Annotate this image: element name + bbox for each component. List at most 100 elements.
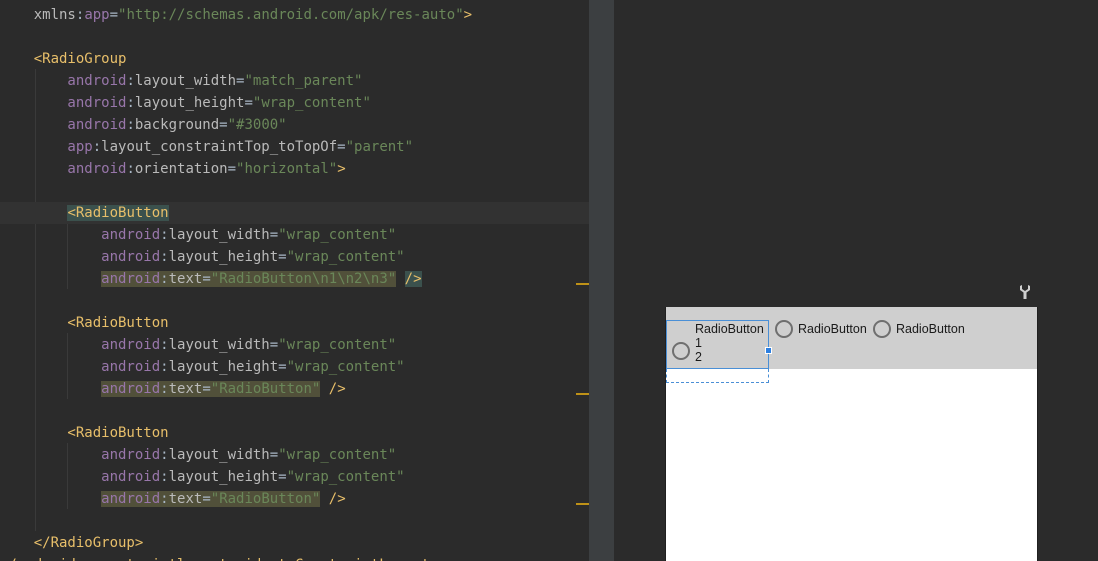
code-token: :: [160, 381, 169, 397]
code-token: "wrap_content": [278, 227, 397, 243]
device-screen: RadioButton 1 2 RadioButton RadioButton: [665, 307, 1038, 561]
code-token: :: [160, 227, 169, 243]
code-line[interactable]: [0, 290, 589, 312]
code-token: =: [278, 249, 287, 265]
code-token: />: [328, 491, 346, 507]
warning-marker[interactable]: [576, 503, 589, 505]
code-line[interactable]: android:layout_height="wrap_content": [0, 246, 589, 268]
code-line[interactable]: <RadioGroup: [0, 48, 589, 70]
code-token: "RadioButton\n1\n2\n3": [210, 271, 397, 287]
code-line[interactable]: <RadioButton: [0, 202, 589, 224]
code-token: android: [0, 73, 127, 89]
code-token: "wrap_content": [286, 359, 405, 375]
code-line[interactable]: android:orientation="horizontal">: [0, 158, 589, 180]
code-token: =: [337, 139, 346, 155]
resize-handle[interactable]: [765, 347, 772, 354]
code-token: <RadioButton: [0, 315, 169, 331]
code-token: =: [269, 337, 279, 353]
code-token: android: [0, 359, 161, 375]
code-line[interactable]: android:layout_width="wrap_content": [0, 444, 589, 466]
code-line[interactable]: [0, 180, 589, 202]
code-line[interactable]: android:text="RadioButton" />: [0, 488, 589, 510]
code-line[interactable]: xmlns:app="http://schemas.android.com/ap…: [0, 4, 589, 26]
code-line[interactable]: <RadioButton: [0, 422, 589, 444]
code-token: />: [404, 271, 422, 287]
code-token: layout_height: [134, 95, 245, 111]
code-token: <RadioButton: [0, 425, 169, 441]
code-token: =: [109, 7, 119, 23]
code-token: :: [160, 491, 169, 507]
code-token: <RadioButton: [67, 205, 169, 221]
code-token: =: [219, 117, 228, 133]
code-token: :: [160, 447, 169, 463]
code-token: "wrap_content": [286, 249, 405, 265]
code-line[interactable]: android:layout_width="wrap_content": [0, 224, 589, 246]
code-token: layout_width: [168, 337, 270, 353]
code-line[interactable]: android:layout_height="wrap_content": [0, 466, 589, 488]
code-token: android: [101, 271, 161, 287]
code-token: app: [84, 7, 110, 23]
code-line[interactable]: android:layout_width="wrap_content": [0, 334, 589, 356]
code-line[interactable]: android:layout_width="match_parent": [0, 70, 589, 92]
code-token: xmlns: [33, 7, 76, 23]
code-token: </androidx.constraintlayout.widget.Const…: [0, 557, 438, 561]
code-token: text: [168, 271, 203, 287]
code-line[interactable]: android:background="#3000": [0, 114, 589, 136]
code-token: android: [0, 161, 127, 177]
code-token: =: [278, 469, 287, 485]
code-token: android: [0, 249, 161, 265]
code-token: layout_height: [168, 359, 279, 375]
wrench-icon[interactable]: [1018, 284, 1032, 300]
code-token: "RadioButton": [210, 381, 321, 397]
code-line[interactable]: android:text="RadioButton" />: [0, 378, 589, 400]
code-token: layout_width: [168, 447, 270, 463]
code-line[interactable]: app:layout_constraintTop_toTopOf="parent…: [0, 136, 589, 158]
code-token: android: [0, 227, 161, 243]
code-line[interactable]: <RadioButton: [0, 312, 589, 334]
selection-outline-overflow: [666, 369, 769, 383]
code-line[interactable]: [0, 510, 589, 532]
code-token: android: [0, 117, 127, 133]
warning-marker[interactable]: [576, 283, 589, 285]
code-token: layout_constraintTop_toTopOf: [101, 139, 338, 155]
code-token: :: [160, 249, 169, 265]
code-token: :: [160, 271, 169, 287]
radio-button-3-circle[interactable]: [873, 320, 891, 338]
code-token: android: [0, 95, 127, 111]
warning-marker[interactable]: [576, 393, 589, 395]
code-editor[interactable]: xmlns:app="http://schemas.android.com/ap…: [0, 0, 589, 561]
code-token: android: [0, 337, 161, 353]
code-token: "wrap_content": [278, 447, 397, 463]
code-token: :: [126, 161, 135, 177]
code-line[interactable]: android:layout_height="wrap_content": [0, 92, 589, 114]
code-token: android: [101, 491, 161, 507]
code-token: :: [126, 73, 135, 89]
code-token: =: [278, 359, 287, 375]
code-token: "RadioButton": [210, 491, 321, 507]
code-token: =: [269, 227, 279, 243]
selection-outline: [666, 320, 769, 369]
code-line[interactable]: android:text="RadioButton\n1\n2\n3" />: [0, 268, 589, 290]
code-token: "wrap_content": [286, 469, 405, 485]
code-token: "wrap_content": [252, 95, 371, 111]
code-line[interactable]: </androidx.constraintlayout.widget.Const…: [0, 554, 589, 561]
code-line[interactable]: android:layout_height="wrap_content": [0, 356, 589, 378]
code-token: layout_height: [168, 249, 279, 265]
radio-button-3-label[interactable]: RadioButton: [896, 322, 965, 336]
code-line[interactable]: [0, 400, 589, 422]
code-line[interactable]: </RadioGroup>: [0, 532, 589, 554]
code-token: background: [134, 117, 220, 133]
code-token: text: [168, 491, 203, 507]
code-token: orientation: [134, 161, 228, 177]
code-token: =: [227, 161, 237, 177]
code-line[interactable]: [0, 26, 589, 48]
code-token: app: [0, 139, 93, 155]
radio-button-2-circle[interactable]: [775, 320, 793, 338]
editor-scrollbar-strip[interactable]: [589, 0, 614, 561]
radio-button-2-label[interactable]: RadioButton: [798, 322, 867, 336]
